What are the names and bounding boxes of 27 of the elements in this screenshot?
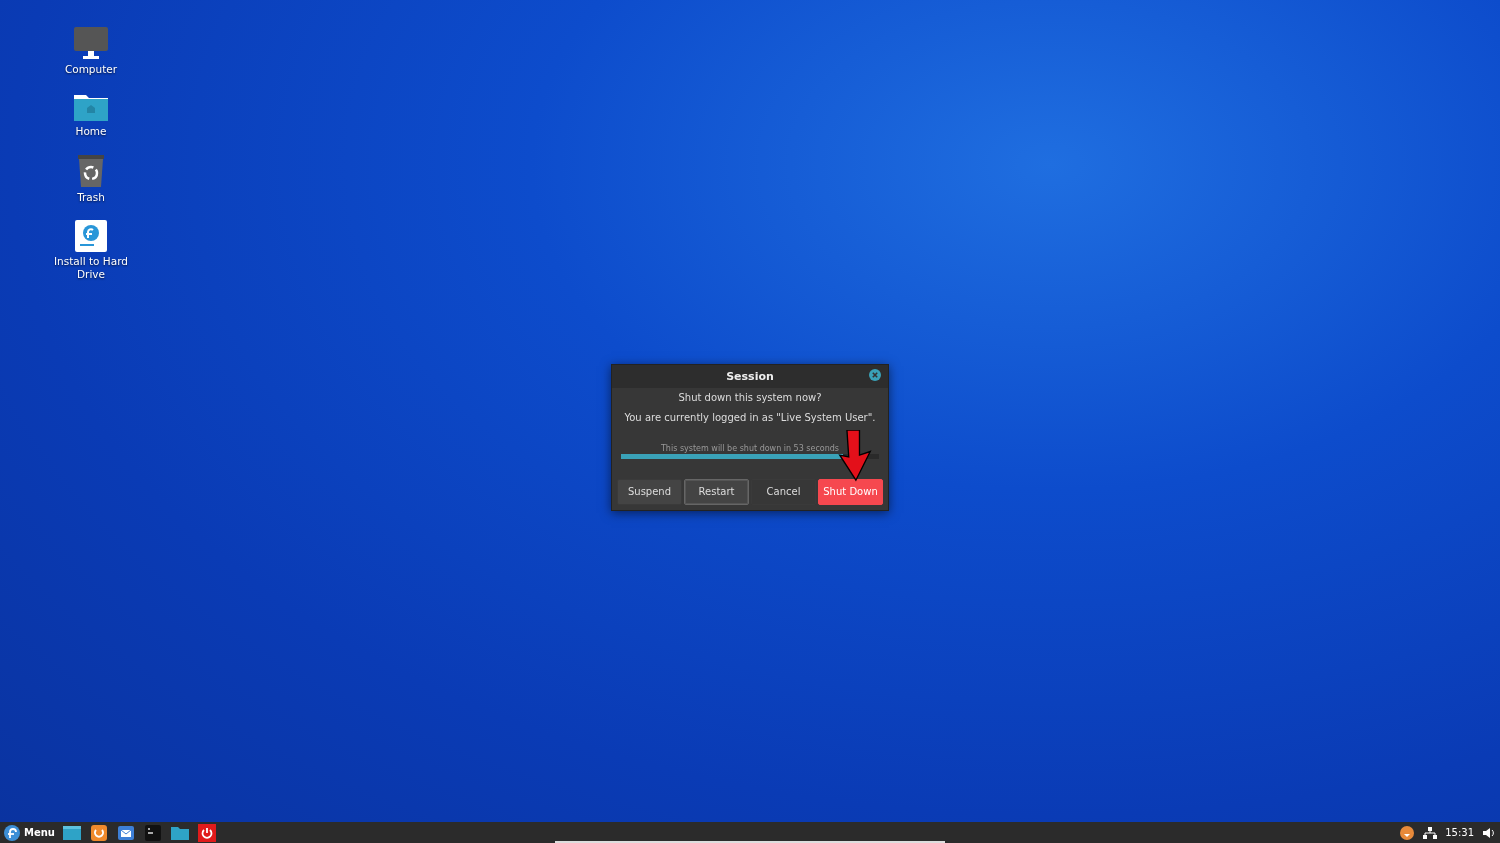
network-icon[interactable] (1423, 825, 1438, 840)
dialog-button[interactable]: Shut Down (818, 478, 883, 505)
volume-icon[interactable] (1482, 825, 1496, 840)
trash-icon (77, 154, 105, 188)
browser-icon[interactable] (90, 823, 108, 842)
folder-icon (73, 92, 109, 122)
mail-icon[interactable] (117, 823, 135, 842)
question-text: Shut down this system now? (677, 390, 823, 404)
logo-icon (4, 824, 20, 841)
close-icon[interactable] (869, 369, 881, 381)
dialog-title: Session (726, 370, 774, 383)
icon-label: Install to Hard Drive (53, 255, 129, 281)
clock-text[interactable]: 15:31 (1445, 825, 1474, 840)
update-icon[interactable] (1399, 824, 1416, 841)
info-text: You are currently logged in as "Live System User". (623, 410, 877, 424)
icon-label: Home (75, 125, 107, 138)
terminal-icon[interactable] (144, 823, 162, 842)
icon-label: Computer (64, 63, 118, 76)
installer-icon (75, 220, 107, 252)
dialog-button[interactable]: Suspend (617, 478, 682, 505)
window-icon[interactable] (63, 823, 81, 842)
menu-button[interactable]: Menu (4, 824, 55, 841)
dialog-button[interactable]: Restart (684, 478, 749, 505)
computer-icon (73, 26, 109, 60)
power-icon[interactable] (198, 823, 216, 842)
icon-label: Trash (77, 191, 105, 204)
countdown-text: This system will be shut down in 53 seconds (660, 443, 840, 454)
